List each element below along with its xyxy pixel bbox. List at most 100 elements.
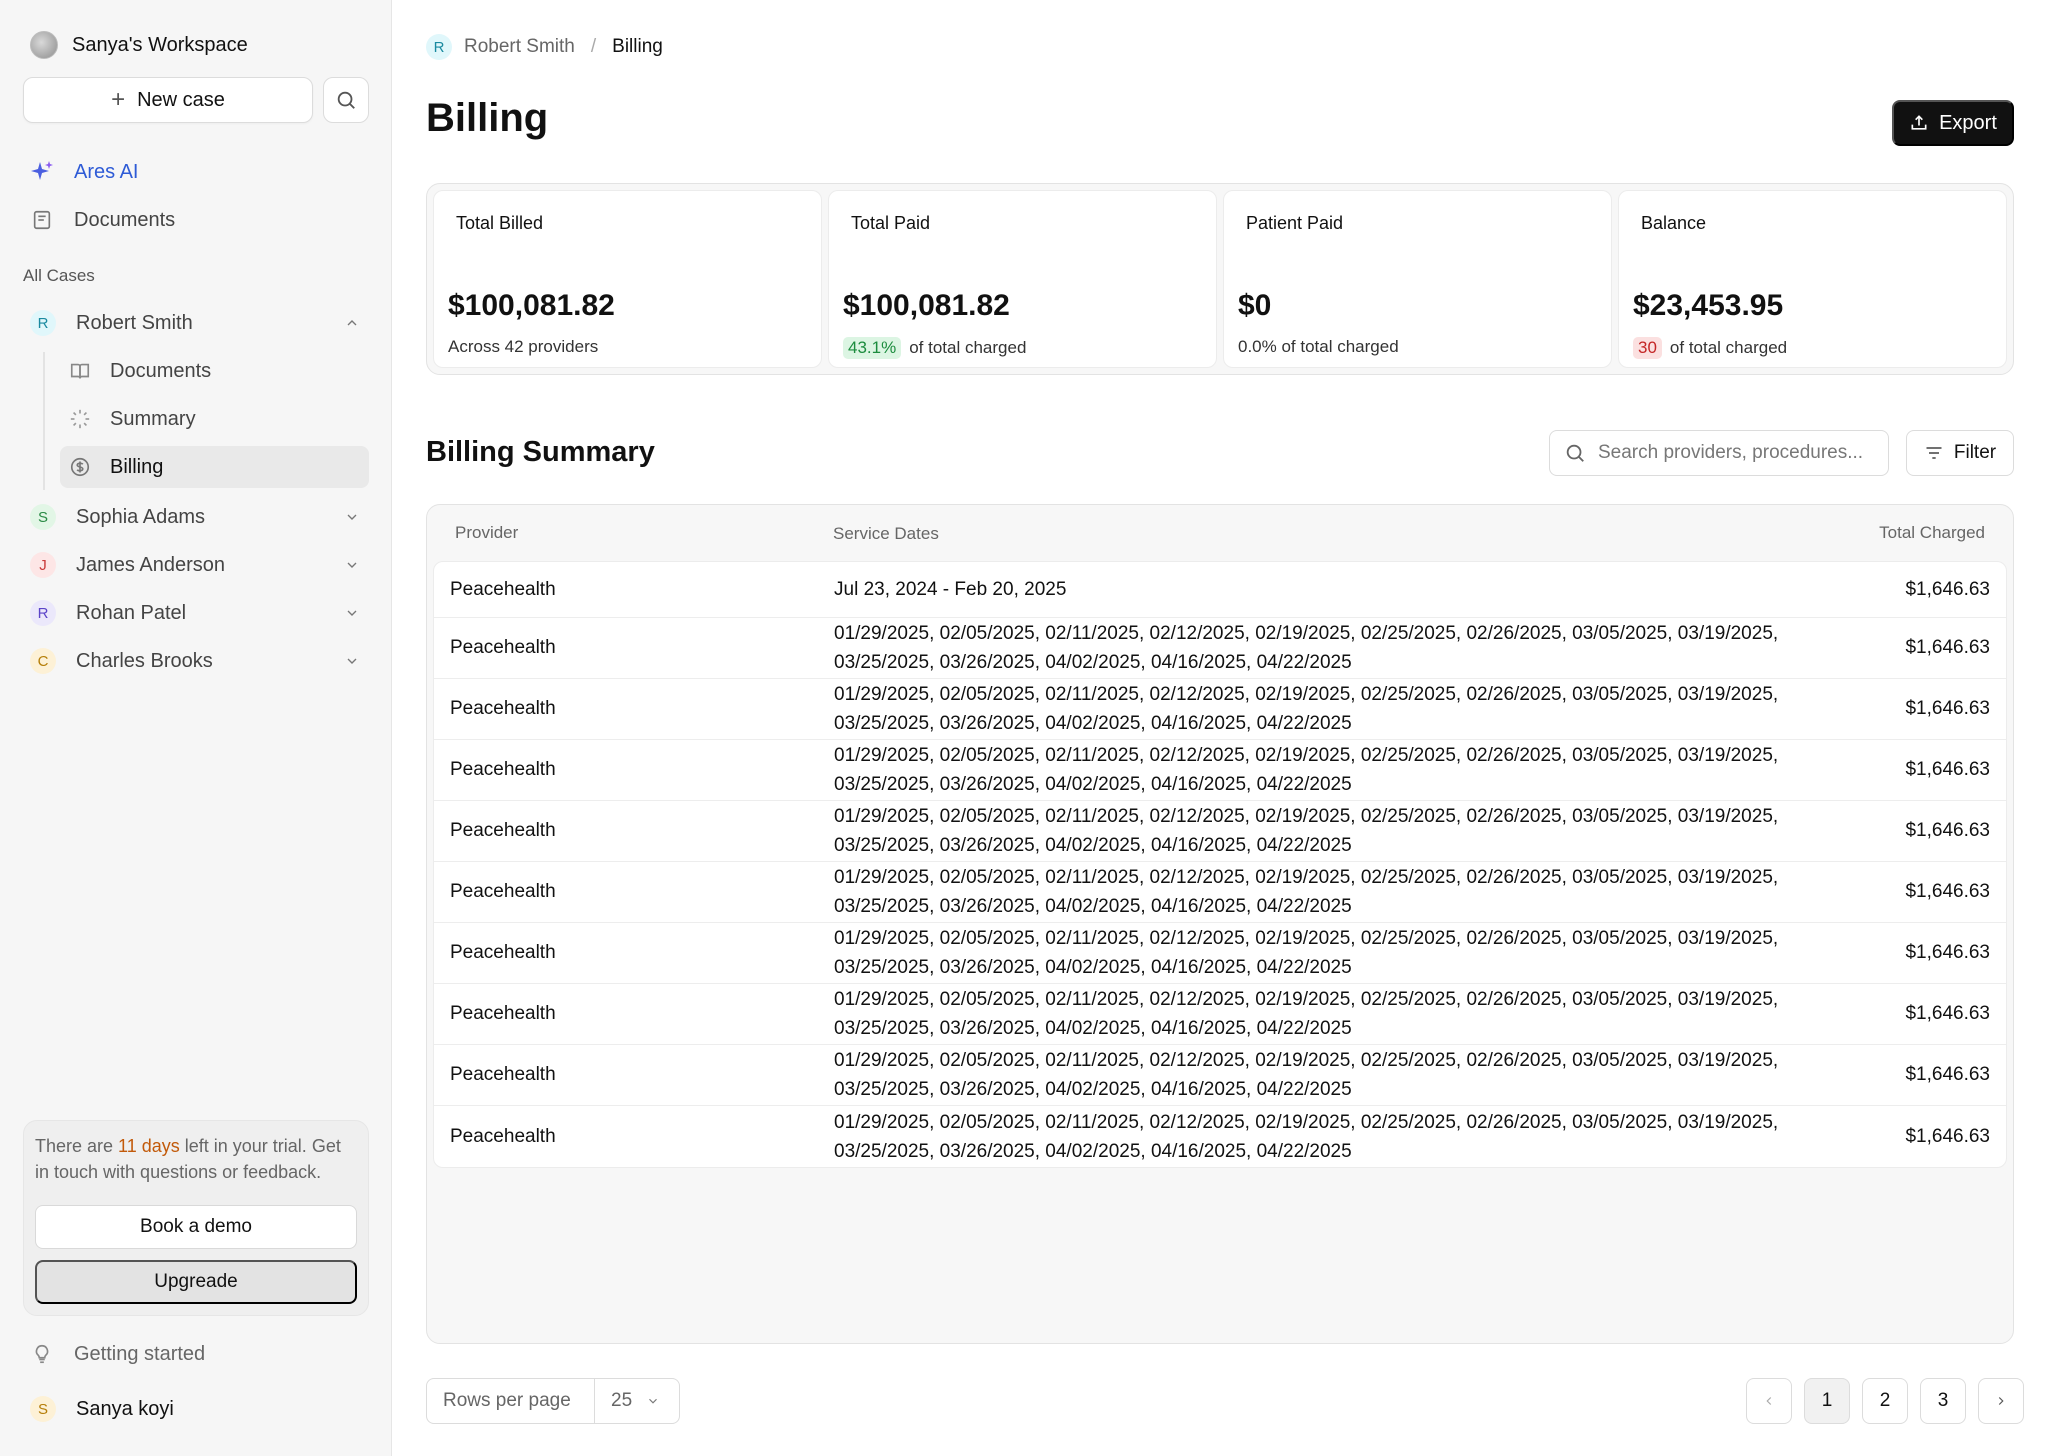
nav-documents[interactable]: Documents bbox=[30, 202, 175, 238]
table-row[interactable]: Peacehealth 01/29/2025, 02/05/2025, 02/11… bbox=[434, 923, 2006, 984]
provider-cell: Peacehealth bbox=[450, 578, 556, 600]
page-3-button[interactable]: 3 bbox=[1920, 1378, 1966, 1424]
chevron-up-icon[interactable] bbox=[342, 313, 362, 333]
case-sub-documents[interactable]: Documents bbox=[60, 350, 369, 392]
getting-started-link[interactable]: Getting started bbox=[30, 1342, 205, 1366]
case-james-anderson[interactable]: J James Anderson bbox=[30, 547, 370, 583]
stat-label: Total Billed bbox=[456, 213, 544, 233]
avatar: R bbox=[30, 600, 56, 626]
table-row[interactable]: Peacehealth 01/29/2025, 02/05/2025, 02/11… bbox=[434, 862, 2006, 923]
workspace-switcher[interactable]: Sanya's Workspace bbox=[30, 30, 248, 60]
next-page-button[interactable] bbox=[1978, 1378, 2024, 1424]
sub-billing-label: Billing bbox=[110, 455, 164, 478]
case-charles-brooks[interactable]: C Charles Brooks bbox=[30, 643, 370, 679]
provider-cell: Peacehealth bbox=[450, 881, 556, 902]
sub-summary-label: Summary bbox=[110, 407, 196, 430]
table-row[interactable]: Peacehealth 01/29/2025, 02/05/2025, 02/11… bbox=[434, 801, 2006, 862]
table-row[interactable]: Peacehealth 01/29/2025, 02/05/2025, 02/11… bbox=[434, 740, 2006, 801]
upgrade-button[interactable]: Upgreade bbox=[35, 1260, 357, 1304]
stat-subtext: 43.1% of total charged bbox=[843, 337, 1026, 359]
new-case-button[interactable]: + New case bbox=[23, 77, 313, 123]
case-name: James Anderson bbox=[76, 553, 225, 576]
total-charged-cell: $1,646.63 bbox=[1905, 759, 1990, 780]
document-icon bbox=[30, 208, 54, 232]
nav-ares-ai-label: Ares AI bbox=[74, 160, 139, 183]
table-row[interactable]: Peacehealth 01/29/2025, 02/05/2025, 02/11… bbox=[434, 1045, 2006, 1106]
sidebar: Sanya's Workspace + New case Ares AI Doc… bbox=[0, 0, 392, 1456]
total-charged-cell: $1,646.63 bbox=[1905, 881, 1990, 902]
avatar: R bbox=[426, 34, 452, 60]
total-charged-cell: $1,646.63 bbox=[1905, 1125, 1990, 1147]
search-icon bbox=[337, 91, 355, 109]
workspace-name: Sanya's Workspace bbox=[72, 33, 248, 56]
filter-label: Filter bbox=[1953, 442, 1997, 463]
breadcrumb-case[interactable]: Robert Smith bbox=[464, 36, 575, 58]
percent-badge: 30 bbox=[1633, 337, 1662, 359]
service-dates-cell: 01/29/2025, 02/05/2025, 02/11/2025, 02/1… bbox=[834, 806, 1779, 856]
table-row[interactable]: Peacehealth 01/29/2025, 02/05/2025, 02/11… bbox=[434, 679, 2006, 740]
column-header-provider[interactable]: Provider bbox=[433, 523, 833, 543]
chevron-down-icon[interactable] bbox=[342, 507, 362, 527]
prev-page-button[interactable] bbox=[1746, 1378, 1792, 1424]
billing-search-input[interactable]: Search providers, procedures... bbox=[1549, 430, 1889, 476]
service-dates-cell: 01/29/2025, 02/05/2025, 02/11/2025, 02/1… bbox=[834, 745, 1779, 795]
nav-ares-ai[interactable]: Ares AI bbox=[30, 154, 138, 190]
export-label: Export bbox=[1939, 111, 1997, 134]
page-1-button[interactable]: 1 bbox=[1804, 1378, 1850, 1424]
getting-started-label: Getting started bbox=[74, 1342, 206, 1365]
provider-cell: Peacehealth bbox=[450, 942, 556, 963]
trial-message: There are 11 days left in your trial. Ge… bbox=[35, 1136, 341, 1182]
stat-total-billed: Total Billed $100,081.82 Across 42 provi… bbox=[433, 190, 822, 368]
table-row[interactable]: Peacehealth Jul 23, 2024 - Feb 20, 2025 $1… bbox=[434, 562, 2006, 618]
column-header-total-charged[interactable]: Total Charged bbox=[1813, 523, 2007, 543]
table-header: Provider Service Dates Total Charged bbox=[433, 505, 2007, 561]
case-sub-summary[interactable]: Summary bbox=[60, 398, 369, 440]
provider-cell: Peacehealth bbox=[450, 698, 556, 719]
sidebar-search-button[interactable] bbox=[323, 77, 369, 123]
service-dates-cell: 01/29/2025, 02/05/2025, 02/11/2025, 02/1… bbox=[834, 1050, 1779, 1100]
case-name: Robert Smith bbox=[76, 311, 193, 334]
provider-cell: Peacehealth bbox=[450, 1003, 556, 1024]
chevron-down-icon[interactable] bbox=[342, 603, 362, 623]
user-profile[interactable]: S Sanya koyi bbox=[30, 1396, 174, 1422]
filter-button[interactable]: Filter bbox=[1906, 430, 2014, 476]
stat-value: $0 bbox=[1238, 289, 1272, 322]
service-dates-cell: Jul 23, 2024 - Feb 20, 2025 bbox=[834, 579, 1067, 600]
sub-documents-label: Documents bbox=[110, 359, 212, 382]
table-row[interactable]: Peacehealth 01/29/2025, 02/05/2025, 02/11… bbox=[434, 1106, 2006, 1167]
stat-value: $100,081.82 bbox=[448, 289, 615, 322]
table-row[interactable]: Peacehealth 01/29/2025, 02/05/2025, 02/11… bbox=[434, 618, 2006, 679]
breadcrumb-separator: / bbox=[590, 36, 597, 57]
page-2-button[interactable]: 2 bbox=[1862, 1378, 1908, 1424]
chevron-down-icon[interactable] bbox=[342, 555, 362, 575]
service-dates-cell: 01/29/2025, 02/05/2025, 02/11/2025, 02/1… bbox=[834, 928, 1779, 978]
case-rohan-patel[interactable]: R Rohan Patel bbox=[30, 595, 370, 631]
total-charged-cell: $1,646.63 bbox=[1905, 578, 1990, 600]
case-name: Sophia Adams bbox=[76, 505, 205, 528]
billing-summary-title: Billing Summary bbox=[426, 436, 655, 468]
percent-badge: 43.1% bbox=[843, 337, 902, 359]
stat-label: Patient Paid bbox=[1246, 213, 1344, 233]
trial-card: There are 11 days left in your trial. Ge… bbox=[23, 1120, 369, 1316]
stat-label: Balance bbox=[1641, 213, 1707, 233]
service-dates-cell: 01/29/2025, 02/05/2025, 02/11/2025, 02/1… bbox=[834, 867, 1779, 917]
case-robert-smith[interactable]: R Robert Smith bbox=[30, 305, 370, 341]
service-dates-cell: 01/29/2025, 02/05/2025, 02/11/2025, 02/1… bbox=[834, 684, 1779, 734]
billing-table: Provider Service Dates Total Charged Pea… bbox=[426, 504, 2014, 1344]
total-charged-cell: $1,646.63 bbox=[1905, 1064, 1990, 1085]
provider-cell: Peacehealth bbox=[450, 1064, 556, 1085]
chevron-down-icon[interactable] bbox=[342, 651, 362, 671]
all-cases-label: All Cases bbox=[23, 266, 95, 285]
stat-patient-paid: Patient Paid $0 0.0% of total charged bbox=[1223, 190, 1612, 368]
provider-cell: Peacehealth bbox=[450, 820, 556, 841]
provider-cell: Peacehealth bbox=[450, 1125, 556, 1147]
rows-per-page-select[interactable]: 25 bbox=[595, 1390, 660, 1412]
column-header-service-dates[interactable]: Service Dates bbox=[833, 519, 1813, 548]
case-name: Charles Brooks bbox=[76, 649, 213, 672]
book-demo-button[interactable]: Book a demo bbox=[35, 1205, 357, 1249]
pagination: 1 2 3 bbox=[1746, 1378, 2024, 1424]
export-button[interactable]: Export bbox=[1892, 100, 2014, 146]
case-sophia-adams[interactable]: S Sophia Adams bbox=[30, 499, 370, 535]
table-row[interactable]: Peacehealth 01/29/2025, 02/05/2025, 02/11… bbox=[434, 984, 2006, 1045]
case-sub-billing[interactable]: Billing bbox=[60, 446, 369, 488]
